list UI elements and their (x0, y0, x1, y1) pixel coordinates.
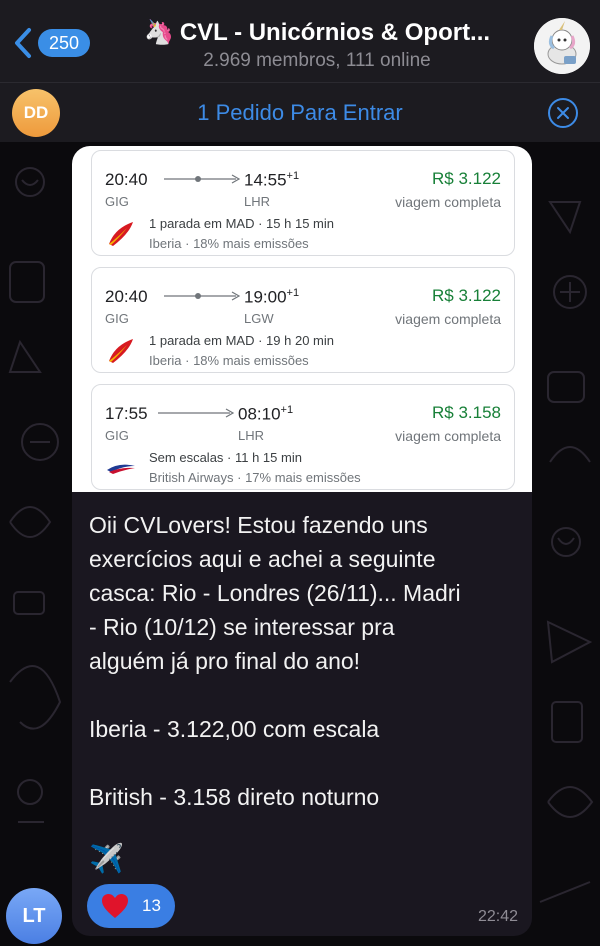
message-line: casca: Rio - Londres (26/11)... Madri (89, 580, 461, 606)
heart-reaction-button[interactable]: 13 (87, 884, 175, 928)
airline-emissions: Iberia · 18% mais emissões (149, 236, 309, 251)
chat-title-text: CVL - Unicórnios & Oport... (179, 19, 491, 46)
airline-emissions: Iberia · 18% mais emissões (149, 353, 309, 368)
arrival-time: 19:00+1 (244, 287, 300, 307)
stops-duration: 1 parada em MAD · 19 h 20 min (149, 333, 334, 348)
flight-card: 20:40 19:00+1 GIG LGW R$ 3.122 viagem co… (91, 267, 515, 373)
member-count: 2.969 membros, 111 online (203, 50, 431, 71)
destination-airport: LGW (244, 311, 274, 326)
british-airways-logo-icon (107, 464, 135, 474)
chat-title-area[interactable]: 🦄 CVL - Unicórnios & Oport... 2.969 membr… (112, 18, 522, 72)
unicorn-avatar-icon (534, 18, 590, 74)
arrow-right-icon (164, 174, 241, 184)
price-note: viagem completa (395, 194, 501, 210)
back-button[interactable]: 250 (12, 26, 91, 60)
iberia-logo-icon (109, 339, 133, 363)
unicorn-icon: 🦄 (143, 19, 174, 46)
airline-emissions: British Airways · 17% mais emissões (149, 470, 361, 485)
arrow-right-icon (158, 408, 235, 418)
price: R$ 3.122 (432, 286, 501, 305)
message-line: - Rio (10/12) se interessar pra (89, 614, 395, 640)
price: R$ 3.158 (432, 403, 501, 422)
arrival-time: 14:55+1 (244, 170, 300, 190)
message-line: alguém já pro final do ano! (89, 648, 361, 674)
iberia-logo-icon (109, 222, 133, 246)
flight-card: 20:40 14:55+1 GIG LHR R$ 3.122 viagem co… (91, 150, 515, 256)
message-timestamp: 22:42 (477, 908, 518, 925)
flight-card: 17:55 08:10+1 GIG LHR R$ 3.158 viagem co… (91, 384, 515, 490)
stops-duration: 1 parada em MAD · 15 h 15 min (149, 216, 334, 231)
departure-time: 20:40 (105, 287, 148, 306)
message-line: Oii CVLovers! Estou fazendo uns (89, 512, 428, 538)
group-avatar[interactable] (534, 18, 590, 74)
flight-results-screenshot[interactable]: 20:40 14:55+1 GIG LHR R$ 3.122 viagem co… (72, 146, 532, 492)
unread-count-badge: 250 (38, 29, 91, 57)
chevron-left-icon (15, 28, 31, 58)
arrow-right-icon (164, 291, 241, 301)
price-note: viagem completa (395, 311, 501, 327)
destination-airport: LHR (244, 194, 271, 209)
price: R$ 3.122 (432, 169, 501, 188)
airplane-icon: ✈️ (89, 843, 124, 874)
heart-icon (102, 894, 128, 918)
origin-airport: GIG (105, 311, 129, 326)
message-line: Iberia - 3.122,00 com escala (89, 716, 380, 742)
origin-airport: GIG (105, 428, 129, 443)
price-note: viagem completa (395, 428, 501, 444)
stops-duration: Sem escalas · 11 h 15 min (149, 450, 302, 465)
departure-time: 20:40 (105, 170, 148, 189)
message-line-blank (89, 678, 519, 712)
origin-airport: GIG (105, 194, 129, 209)
join-requests-bar[interactable]: DD 1 Pedido Para Entrar (0, 82, 600, 142)
message-line: British - 3.158 direto noturno (89, 784, 380, 810)
chat-title: 🦄 CVL - Unicórnios & Oport... (112, 18, 522, 47)
destination-airport: LHR (238, 428, 265, 443)
sender-avatar[interactable]: LT (6, 888, 62, 944)
message-bubble[interactable]: 20:40 14:55+1 GIG LHR R$ 3.122 viagem co… (72, 146, 532, 936)
message-text: Oii CVLovers! Estou fazendo uns exercíci… (89, 508, 519, 814)
message-line: exercícios aqui e achei a seguinte (89, 546, 436, 572)
chat-area: 20:40 14:55+1 GIG LHR R$ 3.122 viagem co… (0, 142, 600, 946)
reaction-count: 13 (142, 896, 161, 915)
arrival-time: 08:10+1 (238, 404, 294, 424)
close-icon[interactable] (547, 97, 579, 129)
join-requests-text[interactable]: 1 Pedido Para Entrar (0, 100, 600, 126)
chat-header: 250 🦄 CVL - Unicórnios & Oport... 2.969 m… (0, 0, 600, 82)
departure-time: 17:55 (105, 404, 148, 423)
message-line-blank (89, 746, 519, 780)
